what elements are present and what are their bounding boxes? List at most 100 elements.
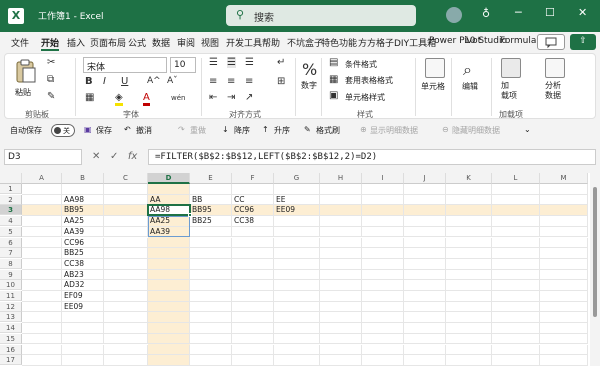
cell[interactable] bbox=[232, 301, 274, 313]
cell[interactable] bbox=[274, 269, 320, 281]
cell[interactable] bbox=[404, 194, 446, 206]
tab-developer[interactable]: 开发工具 bbox=[226, 36, 262, 49]
cell[interactable] bbox=[104, 291, 148, 302]
increase-indent-icon[interactable]: ⇥ bbox=[227, 92, 235, 103]
row-header-11[interactable]: 11 bbox=[0, 291, 22, 301]
cell[interactable] bbox=[446, 323, 492, 334]
conditional-format-icon[interactable]: ▤ bbox=[329, 57, 338, 68]
cancel-icon[interactable]: ✕ bbox=[92, 151, 100, 162]
search-box[interactable]: ⚲ 搜索 bbox=[226, 5, 416, 26]
formula-input[interactable]: =FILTER($B$2:$B$12,LEFT($B$2:$B$12,2)=D2… bbox=[148, 149, 596, 165]
tab-view[interactable]: 视图 bbox=[201, 36, 219, 49]
sort-asc-button[interactable]: 升序 bbox=[274, 125, 290, 136]
cell[interactable] bbox=[404, 269, 446, 281]
underline-button[interactable]: U bbox=[121, 76, 128, 87]
align-right-icon[interactable]: ≡ bbox=[245, 76, 253, 87]
cell[interactable] bbox=[190, 344, 232, 356]
cell[interactable] bbox=[540, 333, 588, 345]
cell[interactable] bbox=[104, 280, 148, 291]
tab-special[interactable]: 特色功能 bbox=[321, 36, 357, 49]
column-header-d[interactable]: D bbox=[148, 173, 190, 184]
cell[interactable] bbox=[320, 312, 362, 324]
cell[interactable] bbox=[148, 355, 190, 366]
cell[interactable] bbox=[232, 344, 274, 356]
cell[interactable] bbox=[320, 226, 362, 238]
phonetic-icon[interactable]: wén bbox=[171, 94, 185, 102]
cell[interactable] bbox=[404, 216, 446, 227]
cell[interactable] bbox=[446, 355, 492, 366]
cell[interactable] bbox=[104, 355, 148, 366]
cell[interactable] bbox=[492, 226, 540, 238]
cell[interactable] bbox=[320, 248, 362, 259]
share-button[interactable]: ⇧ bbox=[570, 34, 596, 50]
cell[interactable] bbox=[320, 184, 362, 195]
row-header-3[interactable]: 3 bbox=[0, 205, 22, 216]
row-header-10[interactable]: 10 bbox=[0, 280, 22, 291]
cell[interactable] bbox=[22, 258, 62, 270]
addins-button[interactable]: 加 载项 bbox=[501, 81, 517, 101]
cell[interactable] bbox=[540, 237, 588, 249]
conditional-format-button[interactable]: 条件格式 bbox=[345, 59, 377, 70]
cell[interactable] bbox=[362, 323, 404, 334]
cell[interactable] bbox=[492, 344, 540, 356]
cell-b9[interactable]: AB23 bbox=[62, 270, 104, 281]
cell[interactable] bbox=[232, 312, 274, 324]
cell[interactable] bbox=[22, 194, 62, 206]
cell[interactable] bbox=[190, 258, 232, 270]
cell-b11[interactable]: EF09 bbox=[62, 291, 104, 302]
cell[interactable] bbox=[362, 216, 404, 227]
cell[interactable] bbox=[190, 248, 232, 259]
italic-button[interactable]: I bbox=[103, 76, 106, 87]
row-header-5[interactable]: 5 bbox=[0, 226, 22, 237]
name-box[interactable]: D3 bbox=[4, 149, 82, 165]
font-color-icon[interactable]: A bbox=[143, 92, 150, 106]
cell[interactable] bbox=[104, 301, 148, 313]
cell[interactable] bbox=[404, 312, 446, 324]
font-size-select[interactable]: 10 bbox=[170, 57, 196, 73]
cell[interactable] bbox=[22, 323, 62, 334]
align-left-icon[interactable]: ≡ bbox=[209, 76, 217, 87]
tab-page-layout[interactable]: 页面布局 bbox=[90, 36, 126, 49]
cell[interactable] bbox=[540, 323, 588, 334]
cell-styles-button[interactable]: 单元格样式 bbox=[345, 92, 385, 103]
customize-qat-icon[interactable]: ⌄ bbox=[524, 125, 531, 134]
show-detail-button[interactable]: 显示明细数据 bbox=[370, 125, 418, 136]
cell[interactable] bbox=[540, 355, 588, 366]
cell[interactable] bbox=[540, 216, 588, 227]
row-header-13[interactable]: 13 bbox=[0, 312, 22, 323]
cell[interactable] bbox=[232, 355, 274, 366]
cell[interactable] bbox=[190, 184, 232, 195]
cell[interactable] bbox=[362, 291, 404, 302]
format-painter-qat-icon[interactable]: ✎ bbox=[304, 125, 311, 134]
cell-b2[interactable]: AA98 bbox=[62, 195, 104, 206]
cell[interactable] bbox=[148, 333, 190, 345]
column-header-j[interactable]: J bbox=[404, 173, 446, 184]
cell[interactable] bbox=[362, 312, 404, 324]
cell[interactable] bbox=[148, 184, 190, 195]
save-icon[interactable]: ▣ bbox=[84, 125, 92, 134]
cell[interactable] bbox=[320, 258, 362, 270]
cell[interactable] bbox=[274, 216, 320, 227]
cell[interactable] bbox=[446, 237, 492, 249]
cell[interactable] bbox=[362, 226, 404, 238]
hide-detail-icon[interactable]: ⊖ bbox=[442, 125, 449, 134]
format-painter-icon[interactable]: ✎ bbox=[47, 91, 55, 102]
cell[interactable] bbox=[232, 237, 274, 249]
editing-button[interactable]: 编辑 bbox=[462, 81, 478, 92]
cell[interactable] bbox=[232, 248, 274, 259]
cell[interactable] bbox=[104, 323, 148, 334]
column-header-b[interactable]: B bbox=[62, 173, 104, 184]
cell[interactable] bbox=[492, 184, 540, 195]
cell[interactable] bbox=[362, 301, 404, 313]
cell[interactable] bbox=[540, 291, 588, 302]
cell-b10[interactable]: AD32 bbox=[62, 280, 104, 291]
cell[interactable] bbox=[446, 248, 492, 259]
column-header-f[interactable]: F bbox=[232, 173, 274, 184]
minimize-button[interactable]: ─ bbox=[515, 6, 522, 19]
tab-file[interactable]: 文件 bbox=[11, 36, 29, 49]
cell[interactable] bbox=[446, 205, 492, 217]
maximize-button[interactable]: ☐ bbox=[545, 6, 555, 19]
cell[interactable] bbox=[274, 291, 320, 302]
cell[interactable] bbox=[446, 291, 492, 302]
cell[interactable] bbox=[404, 344, 446, 356]
